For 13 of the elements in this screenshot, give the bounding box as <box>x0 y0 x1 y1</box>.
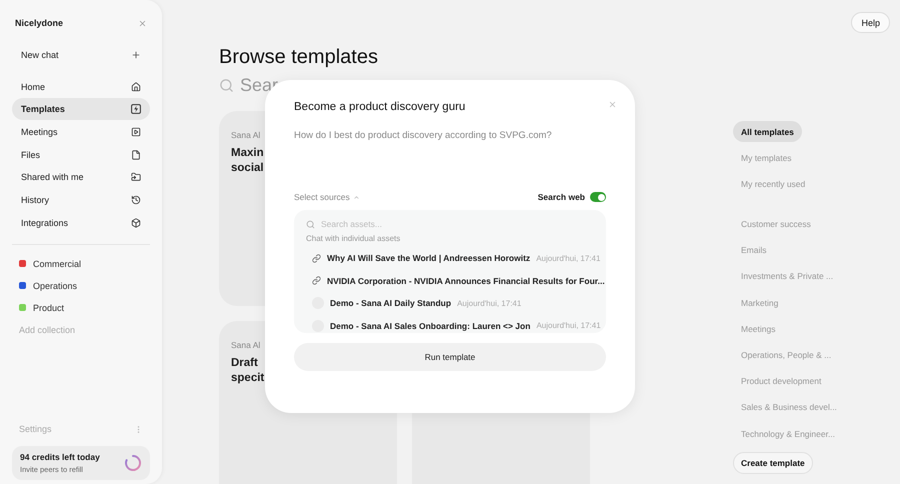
card-title: Maxin social <box>231 146 264 176</box>
asset-time: Aujourd'hui, 17:41 <box>536 321 601 330</box>
credits-title: 94 credits left today <box>20 452 100 462</box>
card-author: Sana Al <box>231 130 260 140</box>
section-label: Chat with individual assets <box>306 234 402 243</box>
dialog-title: Become a product discovery guru <box>294 101 466 113</box>
card-title: Draft specit <box>231 356 264 386</box>
asset-time: Aujourd'hui, 17:41 <box>536 254 600 263</box>
workspace-name: Nicelydone <box>15 18 64 28</box>
card-author: Sana Al <box>231 340 260 350</box>
asset-time: Aujourd'hui, 17:41 <box>457 298 522 308</box>
page-title: Browse templates <box>219 46 379 69</box>
search-web-label: Search web <box>538 192 585 202</box>
